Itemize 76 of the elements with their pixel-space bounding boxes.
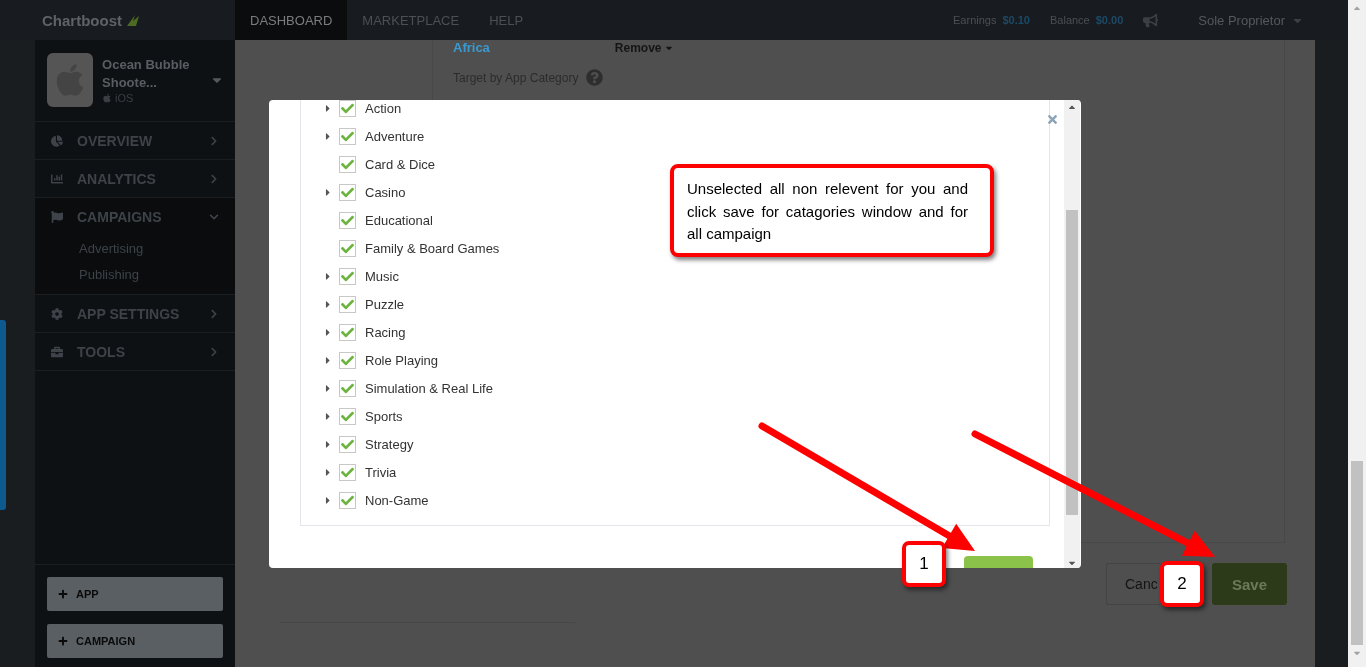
- menu-icon: [51, 307, 63, 320]
- account-menu[interactable]: Sole Proprietor: [1198, 12, 1285, 28]
- annotation-note: Unselected all non relevent for you and click save for catagories window and for all campaign: [670, 164, 994, 257]
- remove-dropdown[interactable]: Remove: [614, 40, 674, 55]
- submenu-item[interactable]: Publishing: [35, 262, 235, 288]
- nav-tab[interactable]: DASHBOARD: [235, 0, 348, 40]
- app-name[interactable]: Ocean Bubble Shoote...: [102, 56, 203, 92]
- expand-caret-icon[interactable]: [323, 130, 333, 142]
- scrollbar-thumb[interactable]: [1066, 210, 1078, 515]
- menu-icon: [51, 134, 63, 147]
- expand-caret-icon[interactable]: [323, 102, 333, 114]
- plus-icon: [58, 636, 68, 646]
- logo-mark-icon: [126, 13, 140, 27]
- checkbox[interactable]: [339, 295, 356, 313]
- category-label[interactable]: Educational: [365, 212, 433, 228]
- category-label[interactable]: Puzzle: [365, 296, 405, 312]
- close-icon[interactable]: [1046, 113, 1059, 126]
- menu-icon: [51, 172, 63, 185]
- earnings-value: $0.10: [1002, 14, 1030, 26]
- checkbox[interactable]: [339, 239, 356, 257]
- checkbox[interactable]: [339, 463, 356, 481]
- category-label[interactable]: Trivia: [365, 464, 397, 480]
- checkbox[interactable]: [339, 100, 356, 117]
- expand-caret-icon[interactable]: [323, 298, 333, 310]
- checkbox[interactable]: [339, 267, 356, 285]
- apple-icon: [102, 93, 113, 103]
- expand-caret-icon[interactable]: [323, 438, 333, 450]
- menu-item[interactable]: CAMPAIGNS: [77, 209, 162, 225]
- category-label[interactable]: Family & Board Games: [365, 240, 500, 256]
- expand-caret-icon[interactable]: [323, 354, 333, 366]
- checkbox[interactable]: [339, 211, 356, 229]
- menu-icon: [51, 211, 63, 223]
- page-scrollbar[interactable]: [1348, 0, 1366, 667]
- help-icon[interactable]: [586, 69, 604, 86]
- category-label[interactable]: Sports: [365, 408, 403, 424]
- category-label[interactable]: Adventure: [365, 128, 425, 144]
- category-label[interactable]: Music: [365, 268, 399, 284]
- checkbox[interactable]: [339, 491, 356, 509]
- plus-icon: [58, 589, 68, 599]
- category-label[interactable]: Casino: [365, 184, 406, 200]
- submenu-item[interactable]: Advertising: [35, 236, 235, 262]
- checkbox[interactable]: [339, 127, 356, 145]
- add-button[interactable]: APP: [47, 577, 223, 611]
- add-button[interactable]: CAMPAIGN: [47, 624, 223, 658]
- number-badge: 2: [1160, 561, 1204, 607]
- checkbox[interactable]: [339, 407, 356, 425]
- expand-caret-icon[interactable]: [323, 494, 333, 506]
- expand-caret-icon[interactable]: [323, 326, 333, 338]
- number-badge: 1: [902, 541, 946, 587]
- brand-logo[interactable]: Chartboost: [42, 11, 122, 29]
- expand-caret-icon[interactable]: [323, 466, 333, 478]
- checkbox[interactable]: [339, 379, 356, 397]
- app-icon: [47, 53, 94, 107]
- checkbox[interactable]: [339, 155, 356, 173]
- category-label[interactable]: Strategy: [365, 436, 414, 452]
- checkbox[interactable]: [339, 435, 356, 453]
- expand-caret-icon[interactable]: [323, 270, 333, 282]
- category-label[interactable]: Role Playing: [365, 352, 438, 368]
- menu-icon: [51, 345, 63, 358]
- megaphone-icon[interactable]: [1143, 12, 1159, 28]
- category-label[interactable]: Racing: [365, 324, 406, 340]
- expand-caret-icon[interactable]: [323, 382, 333, 394]
- category-label[interactable]: Card & Dice: [365, 156, 436, 172]
- category-label[interactable]: Action: [365, 100, 402, 116]
- expand-caret-icon[interactable]: [323, 410, 333, 422]
- region-name: Africa: [453, 40, 490, 55]
- balance-value: $0.00: [1095, 14, 1124, 26]
- save-button[interactable]: Save: [1212, 563, 1287, 605]
- category-label[interactable]: Simulation & Real Life: [365, 380, 493, 396]
- category-label[interactable]: Non-Game: [365, 492, 429, 508]
- checkbox[interactable]: [339, 351, 356, 369]
- expand-caret-icon[interactable]: [323, 186, 333, 198]
- checkbox[interactable]: [339, 323, 356, 341]
- checkbox[interactable]: [339, 183, 356, 201]
- scrollbar-thumb[interactable]: [1351, 461, 1363, 645]
- dialog-scrollbar[interactable]: [1064, 100, 1080, 568]
